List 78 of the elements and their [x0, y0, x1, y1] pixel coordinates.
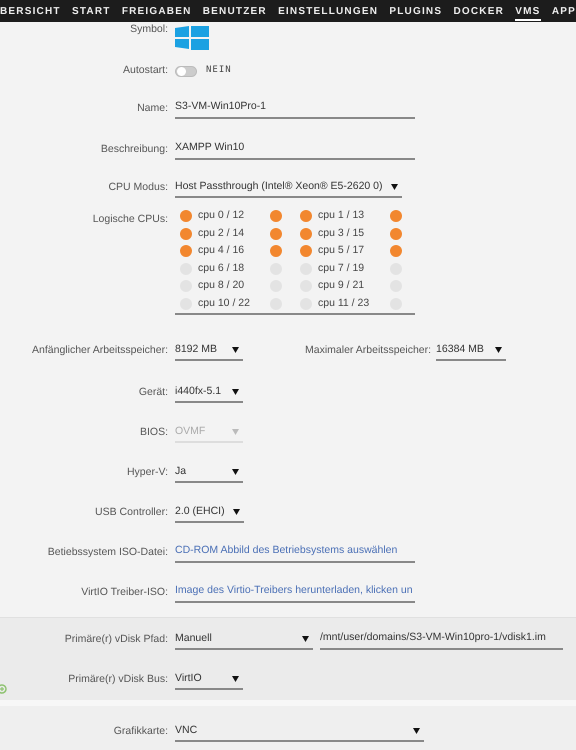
field-label: Primäre(r) vDisk Bus:	[67, 672, 168, 688]
field-label: Grafikkarte:	[112, 724, 168, 740]
cpu-label: cpu 1 / 13	[318, 208, 366, 224]
nav-tab[interactable]: FREIGABEN	[122, 1, 192, 21]
field-label: VirtIO Treiber-ISO:	[80, 585, 168, 600]
text-field[interactable]: XAMPP Win10	[175, 140, 415, 160]
field-label: Logische CPUs:	[92, 212, 168, 227]
select-field[interactable]: 16384 MB	[436, 341, 506, 361]
cpu-label: cpu 0 / 12	[198, 208, 246, 224]
select-field[interactable]: 2.0 (EHCI)	[175, 503, 244, 523]
select-field[interactable]: i440fx-5.1	[175, 383, 243, 403]
cpu-checkbox[interactable]	[300, 245, 312, 258]
caret-icon	[232, 469, 239, 475]
field-label: Betiebssystem ISO-Datei:	[46, 545, 168, 560]
cpu-checkbox[interactable]	[270, 210, 282, 222]
cpu-checkbox[interactable]	[270, 228, 282, 240]
cpu-label: cpu 10 / 22	[198, 296, 251, 311]
cpu-label: cpu 5 / 17	[318, 243, 366, 258]
field-label: Maximaler Arbeitsspeicher:	[305, 343, 432, 358]
cpu-label: cpu 11 / 23	[318, 296, 370, 311]
nav-tab[interactable]: EINSTELLUNGEN	[278, 1, 378, 21]
cpu-label: cpu 6 / 18	[198, 260, 246, 276]
nav-tab[interactable]: BERSICHT	[0, 1, 61, 21]
cpu-checkbox[interactable]	[180, 245, 192, 258]
field-label: Anfänglicher Arbeitsspeicher:	[31, 343, 168, 358]
field-label: Beschreibung:	[100, 142, 168, 158]
text-field[interactable]: S3-VM-Win10Pro-1	[175, 99, 415, 119]
select-field[interactable]: VirtIO	[175, 670, 243, 690]
file-picker-link[interactable]: Image des Virtio-Treibers herunterladen, klicken un	[175, 583, 415, 603]
windows-logo-icon	[175, 26, 209, 50]
cpu-label: cpu 2 / 14	[198, 226, 246, 241]
cpu-label: cpu 3 / 15	[318, 226, 366, 241]
caret-icon	[232, 389, 239, 395]
nav-tab[interactable]: BENUTZER	[202, 1, 267, 21]
nav-tab[interactable]: VMS	[515, 1, 541, 21]
select-field[interactable]: Manuell	[175, 630, 313, 650]
cpu-checkbox[interactable]	[300, 210, 312, 222]
field-label: Autostart:	[122, 63, 168, 78]
cpu-checkbox[interactable]	[270, 245, 282, 258]
caret-icon	[232, 429, 239, 435]
field-label: CPU Modus:	[107, 180, 168, 196]
field-label: Symbol:	[129, 22, 168, 37]
cpu-checkbox[interactable]	[390, 245, 402, 258]
toggle-switch[interactable]	[175, 66, 197, 76]
select-field[interactable]: Host Passthrough (Intel® Xeon® E5-2620 0)	[175, 178, 402, 198]
select-field[interactable]: Ja	[175, 463, 243, 483]
cpu-label: cpu 7 / 19	[318, 260, 366, 276]
field-label: Primäre(r) vDisk Pfad:	[64, 632, 168, 648]
file-picker-link[interactable]: CD-ROM Abbild des Betriebsystems auswählen	[175, 543, 415, 563]
field-label: Name:	[136, 101, 168, 116]
toggle-state: NEIN	[206, 64, 232, 78]
cpu-checkbox[interactable]	[180, 228, 192, 240]
nav-tab[interactable]: PLUGINS	[389, 1, 442, 21]
cpu-label: cpu 9 / 21	[318, 278, 366, 294]
path-field[interactable]: /mnt/user/domains/S3-VM-Win10pro-1/vdisk1.im	[320, 630, 563, 650]
caret-icon	[232, 347, 239, 353]
caret-icon	[302, 636, 309, 642]
field-label: Hyper-V:	[126, 465, 168, 480]
cpu-checkbox[interactable]	[390, 228, 402, 240]
add-icon[interactable]	[0, 684, 7, 694]
nav-tab[interactable]: DOCKER	[453, 1, 504, 21]
caret-icon	[413, 728, 420, 734]
cpu-checkbox[interactable]	[180, 210, 192, 222]
field-label: Gerät:	[138, 385, 168, 400]
cpu-checkbox[interactable]	[300, 228, 312, 240]
field-label: USB Controller:	[94, 505, 168, 520]
caret-icon	[232, 509, 240, 515]
field-label: BIOS:	[138, 425, 168, 440]
cpu-label: cpu 4 / 16	[198, 243, 246, 258]
select-field[interactable]: 8192 MB	[175, 341, 243, 361]
select-field[interactable]: VNC	[175, 722, 424, 742]
cpu-label: cpu 8 / 20	[198, 278, 246, 294]
cpu-checkbox[interactable]	[390, 210, 402, 222]
nav-tab[interactable]: START	[72, 1, 111, 21]
caret-icon	[390, 184, 398, 190]
caret-icon	[232, 676, 239, 682]
nav-tab[interactable]: APP	[552, 1, 576, 21]
caret-icon	[495, 347, 502, 353]
